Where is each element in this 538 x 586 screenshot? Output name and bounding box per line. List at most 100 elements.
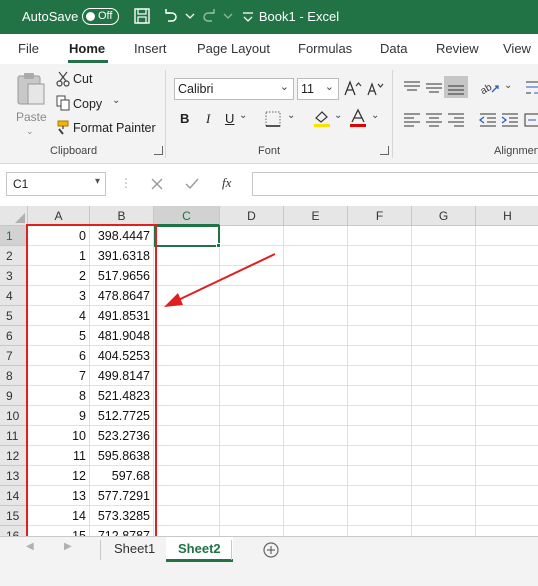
tab-page-layout[interactable]: Page Layout [197, 41, 270, 56]
tab-file[interactable]: File [18, 41, 39, 56]
font-name-select[interactable]: Calibri ⌄ [174, 78, 294, 100]
cell-d16[interactable] [220, 526, 284, 536]
cell-g4[interactable] [412, 286, 476, 306]
cell-c13[interactable] [154, 466, 220, 486]
column-header-h[interactable]: H [476, 206, 538, 226]
cell-h2[interactable] [476, 246, 538, 266]
cell-h3[interactable] [476, 266, 538, 286]
cell-d11[interactable] [220, 426, 284, 446]
cell-h1[interactable] [476, 226, 538, 246]
cell-g5[interactable] [412, 306, 476, 326]
cell-g13[interactable] [412, 466, 476, 486]
cell-g6[interactable] [412, 326, 476, 346]
cell-c9[interactable] [154, 386, 220, 406]
cell-g2[interactable] [412, 246, 476, 266]
sheet-tab-sheet2[interactable]: Sheet2 [166, 537, 233, 562]
tab-review[interactable]: Review [436, 41, 479, 56]
enter-icon[interactable] [184, 177, 200, 191]
cell-c11[interactable] [154, 426, 220, 446]
cell-e3[interactable] [284, 266, 348, 286]
row-header[interactable]: 12 [0, 446, 28, 466]
row-header[interactable]: 9 [0, 386, 28, 406]
font-launcher-icon[interactable] [380, 146, 389, 155]
cell-h5[interactable] [476, 306, 538, 326]
cell-c12[interactable] [154, 446, 220, 466]
cell-f9[interactable] [348, 386, 412, 406]
increase-indent-icon[interactable] [500, 112, 520, 128]
sheet-tab-sheet1[interactable]: Sheet1 [102, 537, 167, 562]
column-header-d[interactable]: D [220, 206, 284, 226]
row-header[interactable]: 14 [0, 486, 28, 506]
cell-g16[interactable] [412, 526, 476, 536]
cell-f3[interactable] [348, 266, 412, 286]
column-header-e[interactable]: E [284, 206, 348, 226]
row-header[interactable]: 3 [0, 266, 28, 286]
cell-e2[interactable] [284, 246, 348, 266]
cell-g7[interactable] [412, 346, 476, 366]
name-box[interactable]: C1 ▾ [6, 172, 106, 196]
cell-h7[interactable] [476, 346, 538, 366]
cell-h6[interactable] [476, 326, 538, 346]
formula-bar-resize-handle[interactable]: ⋮ [120, 176, 132, 190]
cell-d9[interactable] [220, 386, 284, 406]
decrease-indent-icon[interactable] [478, 112, 498, 128]
row-header[interactable]: 1 [0, 226, 28, 246]
cell-d1[interactable] [220, 226, 284, 246]
cell-f11[interactable] [348, 426, 412, 446]
row-header[interactable]: 7 [0, 346, 28, 366]
row-header[interactable]: 13 [0, 466, 28, 486]
cell-g1[interactable] [412, 226, 476, 246]
row-header[interactable]: 6 [0, 326, 28, 346]
align-right-icon[interactable] [446, 112, 466, 128]
cell-c10[interactable] [154, 406, 220, 426]
cell-e14[interactable] [284, 486, 348, 506]
cell-f15[interactable] [348, 506, 412, 526]
decrease-font-size-button[interactable] [366, 79, 384, 99]
cut-button[interactable]: Cut [56, 70, 116, 90]
insert-function-icon[interactable]: fx [222, 175, 231, 191]
wrap-text-icon[interactable] [524, 78, 538, 98]
cell-c15[interactable] [154, 506, 220, 526]
column-header-b[interactable]: B [90, 206, 154, 226]
cell-f7[interactable] [348, 346, 412, 366]
cell-c16[interactable] [154, 526, 220, 536]
cell-g10[interactable] [412, 406, 476, 426]
tab-data[interactable]: Data [380, 41, 407, 56]
cell-f16[interactable] [348, 526, 412, 536]
cell-h10[interactable] [476, 406, 538, 426]
cell-d7[interactable] [220, 346, 284, 366]
cell-c7[interactable] [154, 346, 220, 366]
cell-d13[interactable] [220, 466, 284, 486]
increase-font-size-button[interactable] [344, 79, 362, 99]
orientation-dropdown-icon[interactable]: ⌄ [504, 80, 512, 91]
cell-h8[interactable] [476, 366, 538, 386]
cell-d8[interactable] [220, 366, 284, 386]
scroll-left-icon[interactable]: ◀ [26, 541, 34, 552]
row-header[interactable]: 4 [0, 286, 28, 306]
active-cell-c1[interactable] [154, 225, 220, 247]
cell-h12[interactable] [476, 446, 538, 466]
row-header[interactable]: 16 [0, 526, 28, 536]
cell-f1[interactable] [348, 226, 412, 246]
row-header[interactable]: 8 [0, 366, 28, 386]
scroll-right-icon[interactable]: ▶ [64, 541, 72, 552]
column-header-g[interactable]: G [412, 206, 476, 226]
cell-d15[interactable] [220, 506, 284, 526]
column-header-a[interactable]: A [28, 206, 90, 226]
cell-f8[interactable] [348, 366, 412, 386]
tab-view[interactable]: View [503, 41, 531, 56]
cell-h11[interactable] [476, 426, 538, 446]
cell-e1[interactable] [284, 226, 348, 246]
font-size-select[interactable]: 11 ⌄ [297, 78, 339, 100]
cell-f13[interactable] [348, 466, 412, 486]
cell-c14[interactable] [154, 486, 220, 506]
cell-c8[interactable] [154, 366, 220, 386]
paste-button[interactable]: Paste ⌄ [12, 70, 50, 140]
cell-d14[interactable] [220, 486, 284, 506]
row-header[interactable]: 10 [0, 406, 28, 426]
cell-e9[interactable] [284, 386, 348, 406]
cell-e11[interactable] [284, 426, 348, 446]
cell-e12[interactable] [284, 446, 348, 466]
cell-e13[interactable] [284, 466, 348, 486]
cell-d10[interactable] [220, 406, 284, 426]
